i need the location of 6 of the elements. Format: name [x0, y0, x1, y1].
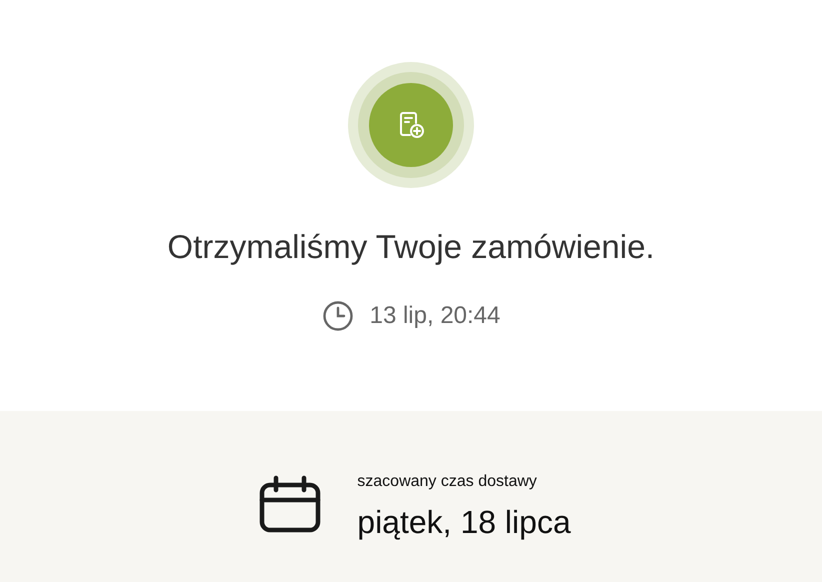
delivery-label: szacowany czas dostawy	[357, 472, 538, 492]
delivery-date: piątek, 18 lipca	[357, 506, 571, 538]
calendar-icon	[259, 475, 322, 533]
clock-icon	[322, 300, 354, 332]
order-time: 13 lip, 20:44	[370, 301, 500, 331]
confirmation-title: Otrzymaliśmy Twoje zamówienie.	[167, 230, 655, 263]
